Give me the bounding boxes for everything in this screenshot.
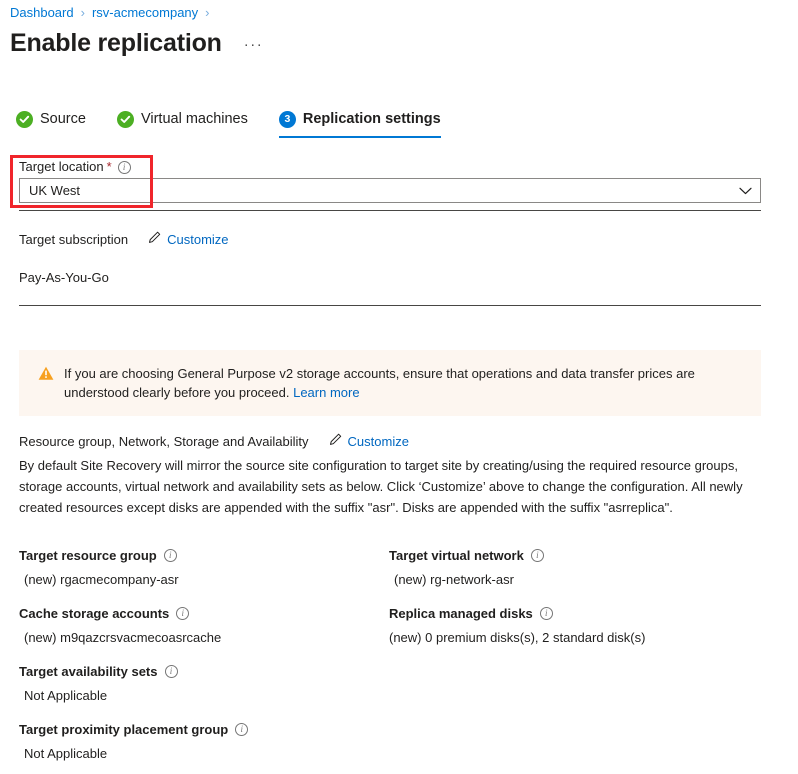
detail-value: Not Applicable: [24, 746, 108, 761]
detail-header: Target availability sets i: [19, 663, 178, 680]
target-location-label: Target location: [19, 159, 104, 174]
detail-title: Target resource group: [19, 548, 157, 563]
detail-target-resource-group: Target resource group i (new) rgacmecomp…: [19, 547, 179, 588]
detail-header: Cache storage accounts i: [19, 605, 221, 622]
section-divider: [19, 305, 761, 306]
breadcrumb: Dashboard › rsv-acmecompany ›: [10, 5, 210, 21]
section-divider: [19, 210, 761, 211]
breadcrumb-item-dashboard[interactable]: Dashboard: [10, 5, 74, 21]
target-location-value: UK West: [29, 182, 81, 198]
info-icon[interactable]: i: [164, 665, 178, 678]
info-icon[interactable]: i: [176, 607, 190, 620]
info-icon[interactable]: i: [539, 607, 553, 620]
detail-value: (new) rgacmecompany-asr: [24, 572, 179, 587]
detail-replica-managed-disks: Replica managed disks i (new) 0 premium …: [389, 605, 645, 646]
info-icon[interactable]: i: [235, 723, 249, 736]
tab-replication-settings-label: Replication settings: [302, 111, 441, 127]
chevron-down-icon: [739, 182, 752, 200]
detail-target-availability-sets: Target availability sets i Not Applicabl…: [19, 663, 178, 704]
detail-value: Not Applicable: [24, 688, 108, 703]
tab-virtual-machines-label: Virtual machines: [140, 111, 248, 127]
detail-cache-storage-accounts: Cache storage accounts i (new) m9qazcrsv…: [19, 605, 221, 646]
breadcrumb-item-vault[interactable]: rsv-acmecompany: [92, 5, 198, 21]
detail-header: Target proximity placement group i: [19, 721, 249, 738]
wizard-tabs: Source Virtual machines 3 Replication se…: [16, 110, 441, 138]
detail-header: Target virtual network i: [389, 547, 544, 564]
check-circle-icon: [116, 110, 134, 128]
tab-replication-settings[interactable]: 3 Replication settings: [278, 110, 441, 138]
detail-title: Target virtual network: [389, 548, 524, 563]
warning-banner: If you are choosing General Purpose v2 s…: [19, 350, 761, 416]
target-location-label-row: Target location * i: [19, 159, 131, 175]
info-icon[interactable]: i: [117, 160, 131, 174]
page-title: Enable replication: [10, 29, 222, 57]
warning-message: If you are choosing General Purpose v2 s…: [64, 366, 695, 400]
info-icon[interactable]: i: [530, 549, 544, 562]
tab-source-label: Source: [40, 111, 86, 127]
detail-title: Cache storage accounts: [19, 606, 170, 621]
more-actions-icon[interactable]: ···: [240, 36, 268, 54]
target-location-dropdown[interactable]: UK West: [19, 178, 761, 203]
target-subscription-label: Target subscription: [19, 232, 129, 247]
breadcrumb-separator-icon: ›: [205, 5, 210, 20]
detail-target-proximity-placement-group: Target proximity placement group i Not A…: [19, 721, 249, 762]
detail-title: Target proximity placement group: [19, 722, 229, 737]
detail-title: Replica managed disks: [389, 606, 533, 621]
detail-header: Replica managed disks i: [389, 605, 645, 622]
active-tab-indicator: [278, 136, 441, 138]
resource-section-description: By default Site Recovery will mirror the…: [19, 458, 743, 515]
check-circle-icon: [16, 110, 33, 128]
detail-target-virtual-network: Target virtual network i (new) rg-networ…: [389, 547, 544, 588]
info-icon[interactable]: i: [163, 549, 177, 562]
pencil-icon: [329, 433, 342, 451]
tab-source[interactable]: Source: [16, 110, 86, 138]
detail-value: (new) rg-network-asr: [394, 572, 514, 587]
customize-subscription-button[interactable]: Customize: [148, 231, 229, 249]
target-subscription-value: Pay-As-You-Go: [19, 270, 109, 285]
detail-value: (new) m9qazcrsvacmecoasrcache: [24, 630, 222, 645]
learn-more-link[interactable]: Learn more: [293, 385, 359, 400]
tab-virtual-machines[interactable]: Virtual machines: [116, 110, 248, 138]
page-header: Enable replication ···: [10, 27, 267, 59]
required-asterisk: *: [106, 159, 112, 174]
target-subscription-row: Target subscription Customize: [19, 231, 229, 249]
breadcrumb-separator-icon: ›: [80, 5, 85, 20]
step-number-badge: 3: [278, 110, 296, 128]
pencil-icon: [148, 231, 161, 249]
detail-title: Target availability sets: [19, 664, 158, 679]
customize-resources-label: Customize: [347, 434, 409, 449]
detail-header: Target resource group i: [19, 547, 179, 564]
detail-value: (new) 0 premium disks(s), 2 standard dis…: [389, 630, 646, 645]
customize-subscription-label: Customize: [167, 232, 229, 247]
warning-triangle-icon: [38, 366, 54, 386]
warning-text: If you are choosing General Purpose v2 s…: [64, 364, 747, 402]
resource-section-header: Resource group, Network, Storage and Ava…: [19, 433, 409, 451]
customize-resources-button[interactable]: Customize: [329, 433, 409, 451]
resource-section-heading: Resource group, Network, Storage and Ava…: [19, 434, 309, 449]
